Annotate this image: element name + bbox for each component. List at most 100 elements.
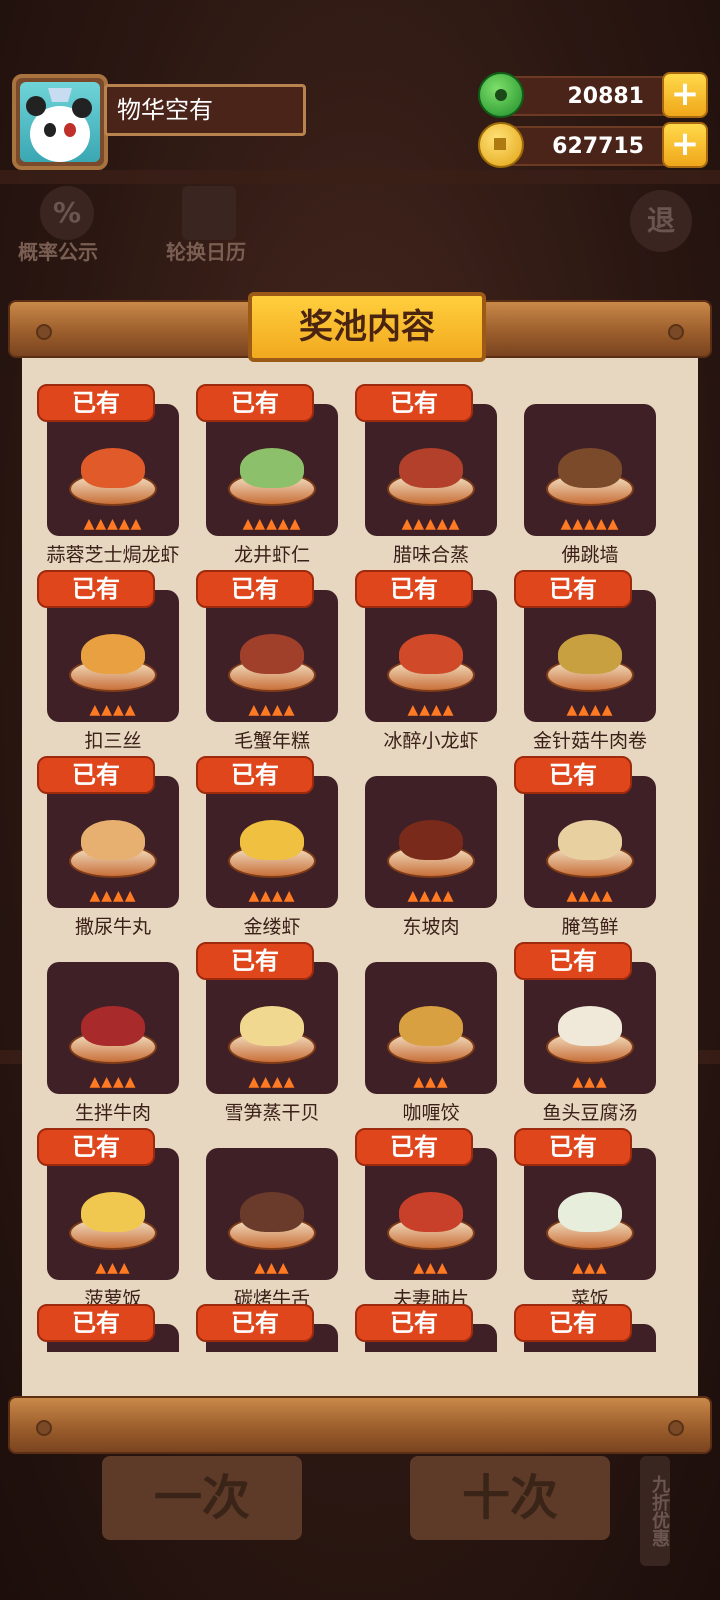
rarity-flames: ▲▲▲▲	[248, 702, 296, 718]
food	[240, 1006, 304, 1046]
prize-card[interactable]: ▲▲▲▲▲	[206, 404, 338, 536]
dish-name: 东坡肉	[402, 916, 460, 938]
prize-card[interactable]: ▲▲▲	[47, 1148, 179, 1280]
rarity-flames: ▲▲▲	[572, 1260, 608, 1276]
dish-icon	[69, 626, 157, 692]
rarity-flames: ▲▲▲	[413, 1074, 449, 1090]
prize-card[interactable]: ▲▲▲▲	[524, 590, 656, 722]
prize-card[interactable]: ▲▲▲▲▲	[47, 404, 179, 536]
coin-counter: 627715 +	[478, 122, 708, 168]
rarity-flames: ▲▲▲▲▲	[83, 516, 143, 532]
nail-icon	[668, 324, 684, 340]
owned-badge: 已有	[355, 384, 473, 422]
dish-icon	[387, 440, 475, 506]
food	[240, 820, 304, 860]
dish-icon	[69, 1184, 157, 1250]
dish-name: 雪笋蒸干贝	[224, 1102, 320, 1124]
prize-card[interactable]: ▲▲▲▲	[47, 590, 179, 722]
dish-icon	[546, 440, 634, 506]
prize-card[interactable]: ▲▲▲▲▲	[365, 404, 497, 536]
owned-badge: 已有	[37, 756, 155, 794]
owned-badge: 已有	[514, 1304, 632, 1342]
prize-card[interactable]: ▲▲▲	[365, 962, 497, 1094]
food	[81, 820, 145, 860]
prize-card[interactable]: ▲▲▲▲	[206, 962, 338, 1094]
jade-icon	[478, 72, 524, 118]
dish-name: 佛跳墙	[561, 544, 619, 566]
dish-icon	[228, 626, 316, 692]
owned-badge: 已有	[355, 1128, 473, 1166]
rarity-flames: ▲▲▲	[413, 1260, 449, 1276]
prize-card[interactable]: ▲▲▲	[365, 1148, 497, 1280]
draw-once-button[interactable]: 一次	[102, 1456, 302, 1540]
coin-icon	[478, 122, 524, 168]
draw-ten-button[interactable]: 十次	[410, 1456, 610, 1540]
dish-icon	[228, 812, 316, 878]
exit-icon[interactable]: 退	[630, 190, 692, 252]
avatar-image	[20, 82, 100, 162]
owned-badge: 已有	[37, 384, 155, 422]
prize-card[interactable]: ▲▲▲▲	[47, 776, 179, 908]
dish-icon	[228, 440, 316, 506]
prize-card[interactable]: ▲▲▲	[524, 1148, 656, 1280]
rarity-flames: ▲▲▲▲	[89, 1074, 137, 1090]
dish-name: 腊味合蒸	[392, 544, 469, 566]
owned-badge: 已有	[514, 942, 632, 980]
dish-icon	[387, 998, 475, 1064]
dish-name: 冰醉小龙虾	[383, 730, 479, 752]
dish-name: 鱼头豆腐汤	[542, 1102, 638, 1124]
nail-icon	[668, 1420, 684, 1436]
nail-icon	[36, 1420, 52, 1436]
rarity-flames: ▲▲▲▲▲	[242, 516, 302, 532]
player-name: 物华空有	[104, 84, 306, 136]
dish-name: 蒜蓉芝士焗龙虾	[46, 544, 180, 566]
avatar[interactable]	[12, 74, 108, 170]
prize-card[interactable]: ▲▲▲	[524, 962, 656, 1094]
food	[240, 448, 304, 488]
calendar-button[interactable]: 轮换日历	[166, 236, 246, 265]
food	[399, 448, 463, 488]
food	[558, 820, 622, 860]
owned-badge: 已有	[196, 1304, 314, 1342]
add-jade-button[interactable]: +	[662, 72, 708, 118]
food	[558, 1192, 622, 1232]
add-coins-button[interactable]: +	[662, 122, 708, 168]
owned-badge: 已有	[514, 570, 632, 608]
rarity-flames: ▲▲▲▲▲	[401, 516, 461, 532]
owned-badge: 已有	[37, 1128, 155, 1166]
prize-grid[interactable]: ▲▲▲▲▲ 已有 蒜蓉芝士焗龙虾 ▲▲▲▲▲ 已有 龙井虾仁 ▲▲▲▲▲ 已有 腊味合蒸 ▲▲▲▲…	[22, 380, 698, 1352]
food	[240, 1192, 304, 1232]
percent-icon[interactable]: %	[40, 186, 94, 240]
probability-button[interactable]: 概率公示	[18, 236, 98, 265]
calendar-icon[interactable]	[182, 186, 236, 240]
prize-card[interactable]: ▲▲▲▲	[524, 776, 656, 908]
rarity-flames: ▲▲▲▲	[89, 702, 137, 718]
food	[81, 634, 145, 674]
prize-card[interactable]: ▲▲▲▲	[206, 590, 338, 722]
prize-card[interactable]: ▲▲▲▲▲	[524, 404, 656, 536]
rarity-flames: ▲▲▲▲	[248, 888, 296, 904]
rarity-flames: ▲▲▲▲	[407, 888, 455, 904]
food	[558, 448, 622, 488]
food	[81, 1192, 145, 1232]
owned-badge: 已有	[514, 756, 632, 794]
prize-card[interactable]: ▲▲▲	[206, 1148, 338, 1280]
dish-name: 扣三丝	[84, 730, 142, 752]
owned-badge: 已有	[196, 384, 314, 422]
dish-icon	[228, 1184, 316, 1250]
nail-icon	[36, 324, 52, 340]
food	[399, 634, 463, 674]
food	[81, 448, 145, 488]
dish-name: 毛蟹年糕	[233, 730, 310, 752]
dish-name: 金针菇牛肉卷	[532, 730, 647, 752]
dish-icon	[546, 812, 634, 878]
prize-card[interactable]: ▲▲▲▲	[365, 776, 497, 908]
dish-name: 龙井虾仁	[233, 544, 310, 566]
prize-card[interactable]: ▲▲▲▲	[365, 590, 497, 722]
panel-title: 奖池内容	[248, 292, 486, 362]
dish-icon	[228, 998, 316, 1064]
prize-card[interactable]: ▲▲▲▲	[206, 776, 338, 908]
prize-card[interactable]: ▲▲▲▲	[47, 962, 179, 1094]
food	[558, 634, 622, 674]
rarity-flames: ▲▲▲▲	[89, 888, 137, 904]
